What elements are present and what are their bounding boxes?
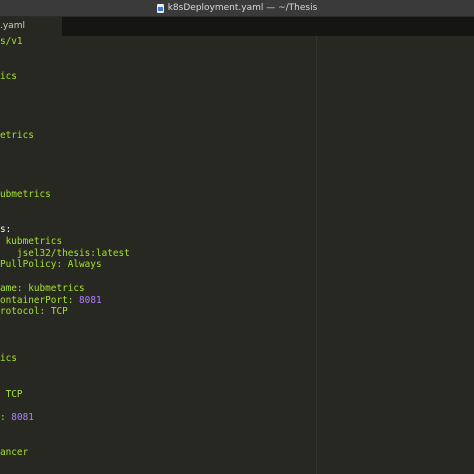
code-token: jsel32/thesis:latest [0, 247, 130, 259]
code-token: ontainerPort: [0, 294, 80, 306]
code-line[interactable]: PullPolicy: Always [0, 259, 474, 271]
tab-label: .yaml [0, 21, 25, 31]
code-line[interactable]: ancer [0, 447, 474, 459]
code-line[interactable]: ubmetrics [0, 189, 474, 201]
code-line[interactable] [0, 201, 474, 213]
code-line[interactable] [0, 424, 474, 436]
code-token: s: [0, 224, 12, 235]
code-line[interactable] [0, 365, 474, 377]
code-line[interactable] [0, 118, 474, 130]
code-line[interactable] [0, 212, 474, 224]
title-bar[interactable]: k8sDeployment.yaml — ~/Thesis [0, 0, 474, 17]
code-token: rotocol: [0, 306, 51, 318]
code-area[interactable]: s/v1 ics etrics ubmetrics s: kubmetrics jsel… [0, 36, 474, 459]
code-token: ubmetrics [0, 188, 51, 200]
code-line[interactable] [0, 271, 474, 283]
code-line[interactable] [0, 342, 474, 354]
code-line[interactable]: jsel32/thesis:latest [0, 248, 474, 260]
code-line[interactable] [0, 330, 474, 342]
code-line[interactable] [0, 95, 474, 107]
code-line[interactable] [0, 107, 474, 119]
code-line[interactable] [0, 83, 474, 95]
code-line[interactable] [0, 400, 474, 412]
code-token: etrics [0, 130, 34, 141]
code-line[interactable]: TCP [0, 389, 474, 401]
code-token: Always [67, 259, 102, 271]
code-line[interactable] [0, 436, 474, 448]
code-line[interactable]: etrics [0, 130, 474, 142]
code-token: TCP [0, 388, 23, 400]
code-editor[interactable]: s/v1 ics etrics ubmetrics s: kubmetrics jsel… [0, 36, 474, 474]
code-line[interactable]: s: [0, 224, 474, 236]
code-token: : [0, 412, 12, 423]
code-line[interactable]: ics [0, 71, 474, 83]
yaml-file-icon [156, 3, 164, 13]
code-token: s/v1 [0, 36, 23, 47]
code-line[interactable]: kubmetrics [0, 236, 474, 248]
code-token: PullPolicy: [0, 259, 68, 271]
code-line[interactable] [0, 154, 474, 166]
code-line[interactable]: rotocol: TCP [0, 306, 474, 318]
code-line[interactable] [0, 142, 474, 154]
code-line[interactable] [0, 377, 474, 389]
code-line[interactable]: ame: kubmetrics [0, 283, 474, 295]
code-line[interactable]: : 8081 [0, 412, 474, 424]
code-line[interactable]: s/v1 [0, 36, 474, 48]
code-token: 8081 [79, 294, 102, 306]
code-token: kubmetrics [0, 235, 63, 247]
code-line[interactable] [0, 60, 474, 72]
code-line[interactable] [0, 318, 474, 330]
tab-bar: .yaml [0, 17, 474, 37]
editor-window: k8sDeployment.yaml — ~/Thesis .yaml s/v1… [0, 0, 474, 474]
code-line[interactable]: ontainerPort: 8081 [0, 295, 474, 307]
code-line[interactable] [0, 177, 474, 189]
code-token: 8081 [11, 412, 34, 423]
code-token: kubmetrics [28, 282, 85, 294]
code-line[interactable] [0, 165, 474, 177]
code-token: ame: [0, 282, 29, 294]
code-token: ics [0, 71, 17, 83]
code-token: ics [0, 353, 17, 365]
code-line[interactable]: ics [0, 353, 474, 365]
tab-k8sdeployment[interactable]: .yaml [0, 17, 62, 36]
window-title: k8sDeployment.yaml — ~/Thesis [167, 3, 318, 13]
code-token: TCP [50, 306, 68, 318]
code-token: ancer [0, 447, 29, 459]
code-line[interactable] [0, 48, 474, 60]
